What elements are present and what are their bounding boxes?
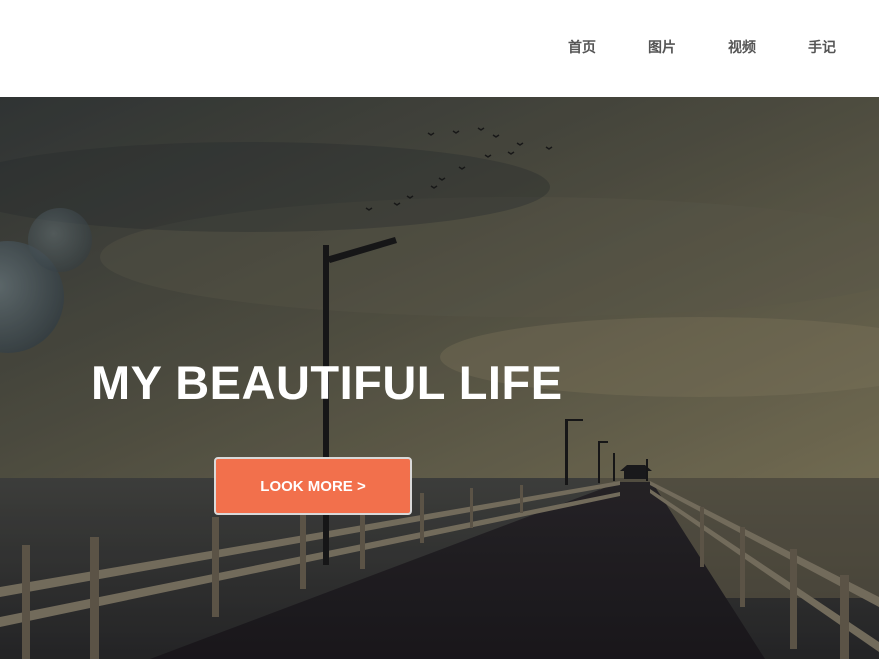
- look-more-button[interactable]: LOOK MORE >: [214, 457, 412, 515]
- site-header: 首页 图片 视频 手记: [0, 0, 879, 97]
- nav-item-videos[interactable]: 视频: [728, 37, 756, 57]
- nav-item-pictures[interactable]: 图片: [648, 37, 676, 57]
- hero-banner: MY BEAUTIFUL LIFE LOOK MORE >: [0, 97, 879, 659]
- nav-item-home[interactable]: 首页: [568, 37, 596, 57]
- nav-item-notes[interactable]: 手记: [808, 37, 836, 57]
- hero-title: MY BEAUTIFUL LIFE: [91, 356, 563, 409]
